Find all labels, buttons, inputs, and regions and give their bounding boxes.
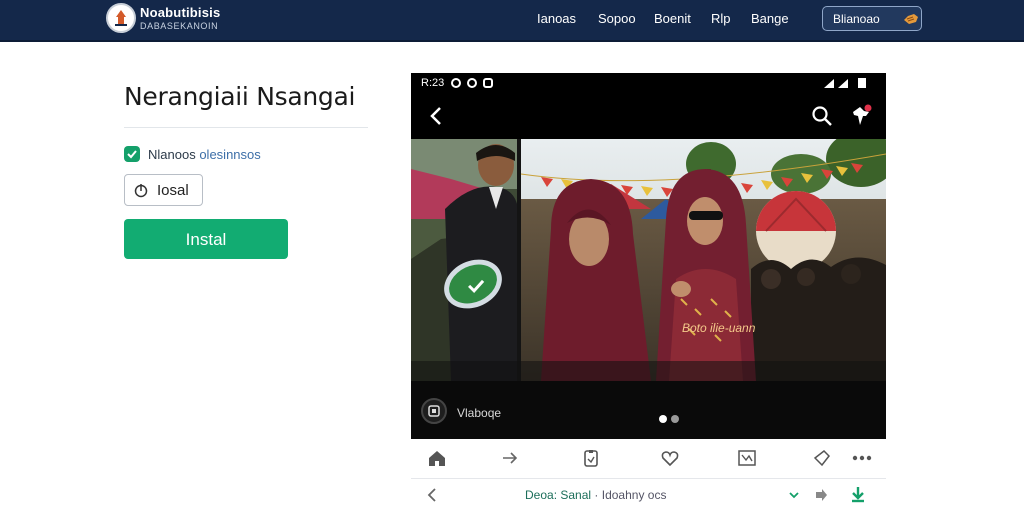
festival-photo[interactable]: Boto ilie-uann — [411, 139, 886, 381]
video-avatar[interactable] — [421, 398, 447, 424]
secondary-install-label: Iosal — [157, 182, 189, 199]
header-account-button[interactable]: Blianoao — [822, 6, 922, 31]
pin-icon[interactable] — [849, 103, 875, 129]
more-options-icon[interactable] — [851, 448, 873, 468]
notification-icon — [451, 78, 461, 88]
top-header: Noabutibisis DABASEKANOIN Ianoas Sopoo B… — [0, 0, 1024, 42]
phone-preview: R:23 Boto ilie-uann Vlaboqe Deoa: Sanal … — [411, 73, 886, 512]
power-icon — [134, 184, 148, 198]
divider — [124, 127, 368, 128]
nav-link-5[interactable]: Bange — [751, 11, 789, 26]
carousel-dot-active[interactable] — [659, 415, 667, 423]
status-time: R:23 — [421, 77, 445, 89]
signal-battery-icon — [824, 78, 866, 88]
nav-link-3[interactable]: Boenit — [654, 11, 691, 26]
media-strip: Vlaboqe — [411, 381, 886, 439]
install-button-label: Instal — [185, 230, 227, 249]
nav-link-1[interactable]: Ianoas — [537, 11, 576, 26]
image-chart-icon[interactable] — [737, 448, 757, 468]
video-icon — [428, 405, 440, 417]
verified-label: Nlanoos — [148, 147, 196, 162]
photo-toolbar — [411, 95, 886, 139]
app-title: Nerangiaii Nsangai — [124, 82, 356, 111]
media-label: Vlaboqe — [457, 406, 502, 420]
notification-icon — [467, 78, 477, 88]
brand-subtitle: DABASEKANOIN — [140, 21, 219, 31]
heart-icon[interactable] — [660, 448, 680, 468]
download-icon[interactable] — [849, 486, 867, 504]
search-icon[interactable] — [811, 105, 833, 127]
address-main: Deoa: Sanal — [525, 488, 592, 502]
photo-caption: Boto ilie-uann — [682, 321, 756, 335]
arrow-right-icon[interactable] — [814, 488, 828, 502]
clipboard-icon[interactable] — [581, 448, 601, 468]
hand-icon — [904, 14, 918, 24]
status-bar: R:23 — [411, 73, 886, 95]
address-text[interactable]: Deoa: Sanal · Idoahny ocs — [525, 488, 666, 502]
header-pill-label: Blianoao — [833, 12, 880, 26]
checkmark-icon — [124, 146, 140, 162]
verified-accent: olesinnsos — [199, 147, 261, 162]
chevron-down-icon[interactable] — [787, 488, 801, 502]
address-separator: · — [594, 488, 599, 502]
verified-text: Nlanoos olesinnsos — [148, 147, 261, 162]
back-arrow-icon[interactable] — [427, 105, 447, 127]
brand-logo[interactable] — [106, 3, 136, 33]
carousel-dot[interactable] — [671, 415, 679, 423]
nav-link-2[interactable]: Sopoo — [598, 11, 636, 26]
notification-icon — [483, 78, 493, 88]
address-bar[interactable]: Deoa: Sanal · Idoahny ocs — [411, 479, 886, 512]
check-badge-icon — [468, 279, 485, 294]
install-button[interactable]: Instal — [124, 219, 288, 259]
temple-logo-icon — [115, 10, 127, 26]
brand-title: Noabutibisis — [140, 5, 221, 20]
browser-action-bar — [411, 439, 886, 479]
forward-arrow-icon[interactable] — [500, 448, 520, 468]
address-extra: Idoahny ocs — [601, 488, 667, 502]
chevron-left-icon[interactable] — [425, 487, 439, 503]
secondary-install-button[interactable]: Iosal — [124, 174, 203, 206]
home-icon[interactable] — [427, 448, 447, 468]
pen-icon[interactable] — [812, 448, 832, 468]
nav-link-4[interactable]: Rlp — [711, 11, 731, 26]
